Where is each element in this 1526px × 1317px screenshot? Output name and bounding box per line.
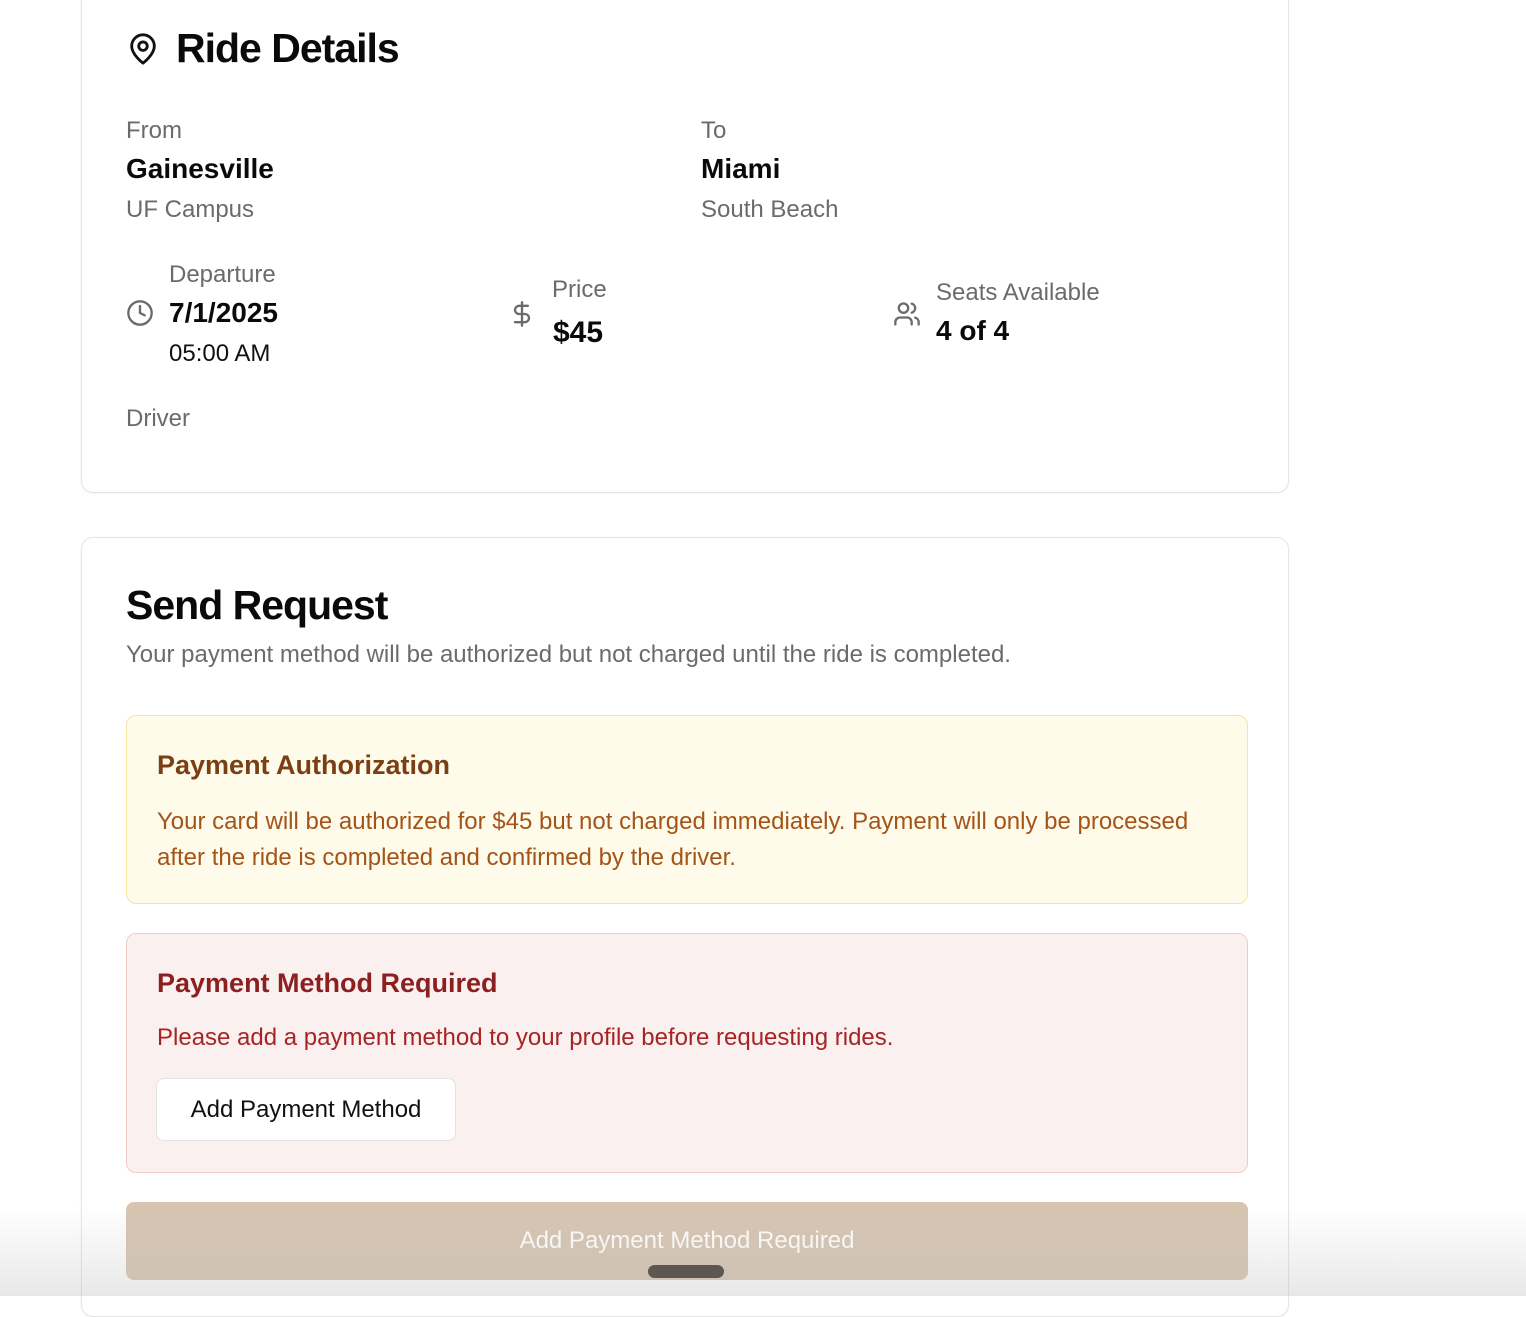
payment-authorization-title: Payment Authorization [157, 750, 451, 780]
ride-details-title: Ride Details [176, 25, 400, 71]
users-icon [892, 300, 922, 328]
send-request-card: Send Request Your payment method will be… [81, 537, 1289, 1317]
payment-method-required-title: Payment Method Required [157, 968, 498, 998]
payment-method-required-alert: Payment Method Required Please add a pay… [126, 933, 1248, 1173]
departure-label: Departure [169, 261, 276, 288]
ride-details-card: Ride Details From Gainesville UF Campus … [81, 0, 1289, 493]
departure-time: 05:00 AM [169, 340, 271, 367]
price-value: $45 [553, 316, 604, 349]
to-label: To [701, 117, 727, 144]
from-place: UF Campus [126, 196, 255, 223]
departure-date: 7/1/2025 [169, 297, 278, 328]
clock-icon [126, 299, 154, 327]
payment-method-required-text: Please add a payment method to your prof… [157, 1024, 894, 1051]
add-payment-method-button[interactable]: Add Payment Method [156, 1078, 456, 1141]
seats-value: 4 of 4 [936, 315, 1010, 346]
payment-authorization-alert: Payment Authorization Your card will be … [126, 715, 1248, 904]
dollar-icon [508, 299, 536, 329]
scroll-handle[interactable] [648, 1265, 724, 1278]
from-city: Gainesville [126, 153, 274, 184]
to-city: Miami [701, 153, 781, 184]
price-label: Price [552, 276, 607, 303]
send-request-description: Your payment method will be authorized b… [126, 641, 1011, 668]
send-request-title: Send Request [126, 582, 388, 628]
map-pin-icon [126, 31, 160, 67]
to-place: South Beach [701, 196, 839, 223]
seats-label: Seats Available [936, 279, 1100, 306]
from-label: From [126, 117, 182, 144]
payment-authorization-text: Your card will be authorized for $45 but… [157, 808, 1189, 871]
driver-label: Driver [126, 405, 190, 432]
